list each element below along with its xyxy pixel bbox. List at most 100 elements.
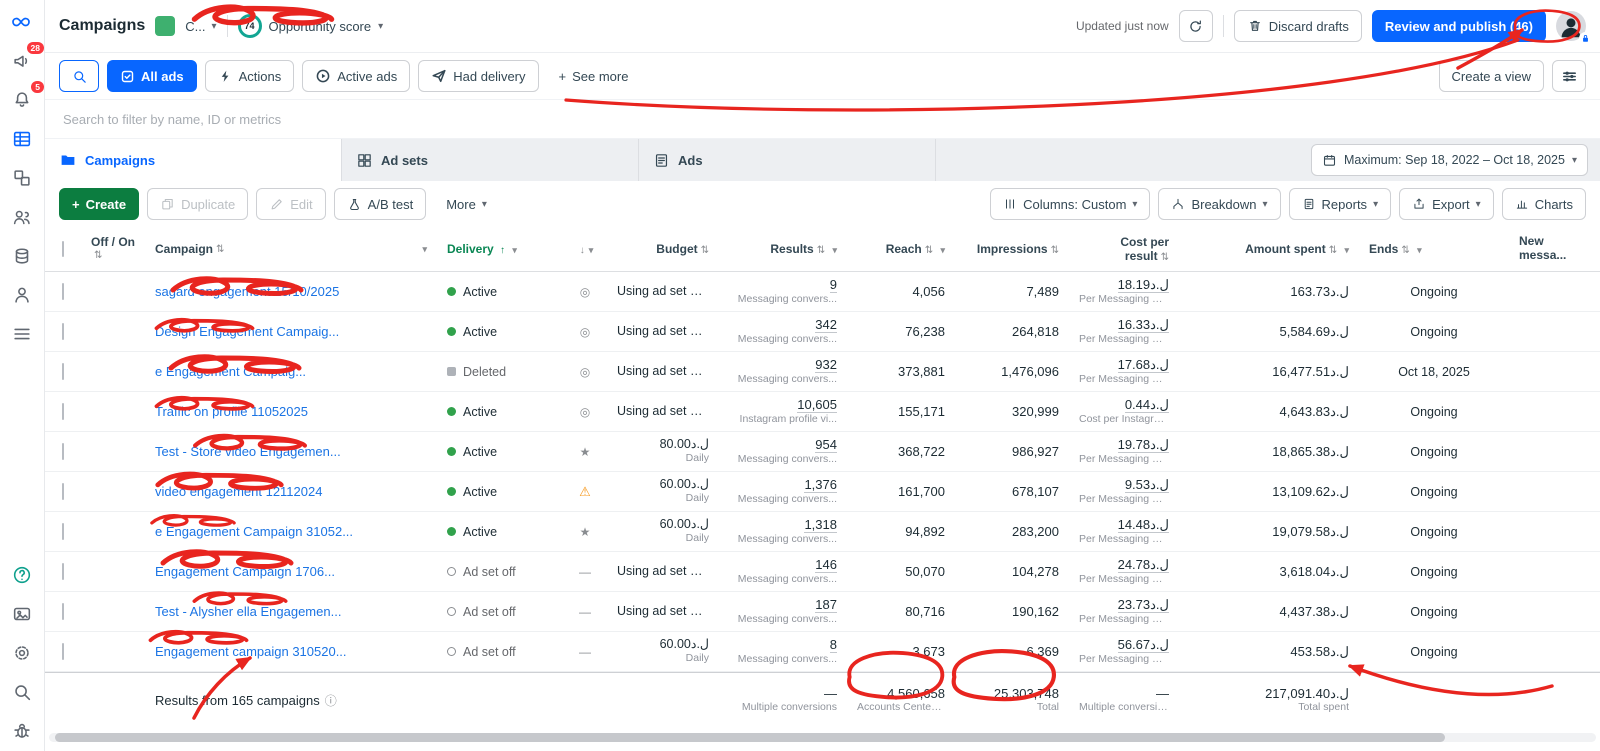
profile-avatar[interactable] [1556, 11, 1586, 41]
row-checkbox[interactable] [62, 563, 64, 580]
cost-per-result-value[interactable]: 24.78ل.د [1118, 557, 1169, 573]
column-header-delivery[interactable]: Delivery ↑ ▾ [437, 242, 563, 256]
account-selector[interactable]: C... ▾ [185, 19, 216, 34]
search-rail-icon[interactable] [10, 680, 34, 704]
ads-manager-icon[interactable]: 28 [10, 49, 34, 73]
refresh-button[interactable] [1179, 10, 1213, 42]
assets-icon[interactable] [10, 166, 34, 190]
results-value[interactable]: 932 [815, 357, 837, 373]
create-view-button[interactable]: Create a view [1439, 60, 1544, 92]
filter-chip-active-ads[interactable]: Active ads [302, 60, 410, 92]
column-header-reach[interactable]: Reach⇅ ▾ [847, 242, 955, 256]
results-value[interactable]: 187 [815, 597, 837, 613]
row-checkbox[interactable] [62, 603, 64, 620]
row-checkbox[interactable] [62, 363, 64, 380]
results-value[interactable]: 9 [830, 277, 837, 293]
more-button[interactable]: More ▾ [434, 188, 499, 220]
campaign-link[interactable]: video engagement 12112024 [155, 484, 427, 499]
view-settings-button[interactable] [1552, 60, 1586, 92]
export-button[interactable]: Export ▾ [1399, 188, 1494, 220]
edit-button[interactable]: Edit [256, 188, 325, 220]
help-icon[interactable] [10, 563, 34, 587]
row-checkbox[interactable] [62, 323, 64, 340]
results-value[interactable]: 1,318 [804, 517, 837, 533]
campaigns-table-icon[interactable] [10, 127, 34, 151]
results-value[interactable]: 8 [830, 637, 837, 653]
info-icon[interactable]: ⓘ [325, 692, 337, 709]
campaign-link[interactable]: Engagement Campaign 1706... [155, 564, 427, 579]
duplicate-button[interactable]: Duplicate [147, 188, 248, 220]
settings-gear-icon[interactable] [10, 641, 34, 665]
column-header-off-on[interactable]: Off / On⇅ [81, 236, 145, 261]
column-filter-caret-icon[interactable]: ▾ [422, 244, 427, 255]
results-value[interactable]: 10,605 [797, 397, 837, 413]
campaign-link[interactable]: e Engagement Campaig... [155, 364, 427, 379]
select-all-checkbox[interactable] [62, 241, 64, 257]
column-filter-caret-icon[interactable]: ▾ [1417, 245, 1422, 255]
cost-per-result-value[interactable]: 9.53ل.د [1125, 477, 1169, 493]
column-header-attribution[interactable]: ↓▾ [563, 242, 607, 256]
column-filter-caret-icon[interactable]: ▾ [512, 245, 517, 255]
cost-per-result-value[interactable]: 17.68ل.د [1118, 357, 1169, 373]
scrollbar-thumb[interactable] [55, 733, 1445, 742]
campaign-link[interactable]: Design Engagement Campaig... [155, 324, 427, 339]
search-input[interactable] [61, 111, 1584, 128]
cost-per-result-value[interactable]: 19.78ل.د [1118, 437, 1169, 453]
column-header-amount-spent[interactable]: Amount spent⇅ ▾ [1179, 242, 1359, 256]
results-value[interactable]: 1,376 [804, 477, 837, 493]
row-checkbox[interactable] [62, 643, 64, 660]
campaign-link[interactable]: Test - Alysher ella Engagemen... [155, 604, 427, 619]
row-checkbox[interactable] [62, 523, 64, 540]
column-header-budget[interactable]: Budget⇅ [607, 242, 719, 256]
alerts-bell-icon[interactable]: 5 [10, 88, 34, 112]
breakdown-button[interactable]: Breakdown ▾ [1158, 188, 1280, 220]
all-tools-menu-icon[interactable] [10, 322, 34, 346]
cost-per-result-value[interactable]: 0.44ل.د [1125, 397, 1169, 413]
charts-button[interactable]: Charts [1502, 188, 1586, 220]
column-filter-caret-icon[interactable]: ▾ [940, 245, 945, 255]
results-value[interactable]: 954 [815, 437, 837, 453]
columns-button[interactable]: Columns: Custom ▾ [990, 188, 1150, 220]
column-header-new-messaging[interactable]: New messa... [1509, 235, 1600, 263]
row-checkbox[interactable] [62, 443, 64, 460]
campaign-link[interactable]: e Engagement Campaign 31052... [155, 524, 427, 539]
cost-per-result-value[interactable]: 23.73ل.د [1118, 597, 1169, 613]
see-more-button[interactable]: + See more [547, 61, 641, 91]
cost-per-result-value[interactable]: 56.67ل.د [1118, 637, 1169, 653]
row-checkbox[interactable] [62, 403, 64, 420]
account-person-icon[interactable] [10, 283, 34, 307]
cost-per-result-value[interactable]: 16.33ل.د [1118, 317, 1169, 333]
row-checkbox[interactable] [62, 483, 64, 500]
audiences-icon[interactable] [10, 205, 34, 229]
campaign-link[interactable]: Traffic on profile 11052025 [155, 404, 427, 419]
tab-ads[interactable]: Ads [639, 139, 936, 181]
discard-drafts-button[interactable]: Discard drafts [1234, 10, 1362, 42]
create-button[interactable]: + Create [59, 188, 139, 220]
opportunity-score-dropdown[interactable]: 74 Opportunity score ▾ [238, 14, 384, 38]
column-header-impressions[interactable]: Impressions⇅ [955, 242, 1069, 256]
column-header-results[interactable]: Results⇅ ▾ [719, 242, 847, 256]
filter-chip-had-delivery[interactable]: Had delivery [418, 60, 538, 92]
results-value[interactable]: 146 [815, 557, 837, 573]
horizontal-scrollbar[interactable] [49, 733, 1596, 742]
campaign-link[interactable]: Engagement campaign 310520... [155, 644, 427, 659]
creative-hub-image-icon[interactable] [10, 602, 34, 626]
column-header-campaign[interactable]: Campaign⇅ ▾ [145, 242, 437, 256]
filter-chip-actions[interactable]: Actions [205, 60, 295, 92]
column-header-cost-per-result[interactable]: Cost per result⇅ [1069, 235, 1179, 263]
tab-ad-sets[interactable]: Ad sets [342, 139, 639, 181]
date-range-selector[interactable]: Maximum: Sep 18, 2022 – Oct 18, 2025 ▾ [1311, 144, 1588, 176]
column-header-ends[interactable]: Ends⇅ ▾ [1359, 242, 1509, 256]
filter-chip-all-ads[interactable]: All ads [107, 60, 197, 92]
report-bug-icon[interactable] [10, 719, 34, 743]
cost-per-result-value[interactable]: 14.48ل.د [1118, 517, 1169, 533]
row-checkbox[interactable] [62, 283, 64, 300]
campaign-link[interactable]: Test - Store video Engagemen... [155, 444, 427, 459]
review-publish-button[interactable]: Review and publish (46) [1372, 10, 1546, 42]
campaign-link[interactable]: sagard engagement 15/10/2025 [155, 284, 427, 299]
search-filter-button[interactable] [59, 60, 99, 92]
results-value[interactable]: 342 [815, 317, 837, 333]
column-filter-caret-icon[interactable]: ▾ [1344, 245, 1349, 255]
billing-icon[interactable] [10, 244, 34, 268]
column-filter-caret-icon[interactable]: ▾ [832, 245, 837, 255]
